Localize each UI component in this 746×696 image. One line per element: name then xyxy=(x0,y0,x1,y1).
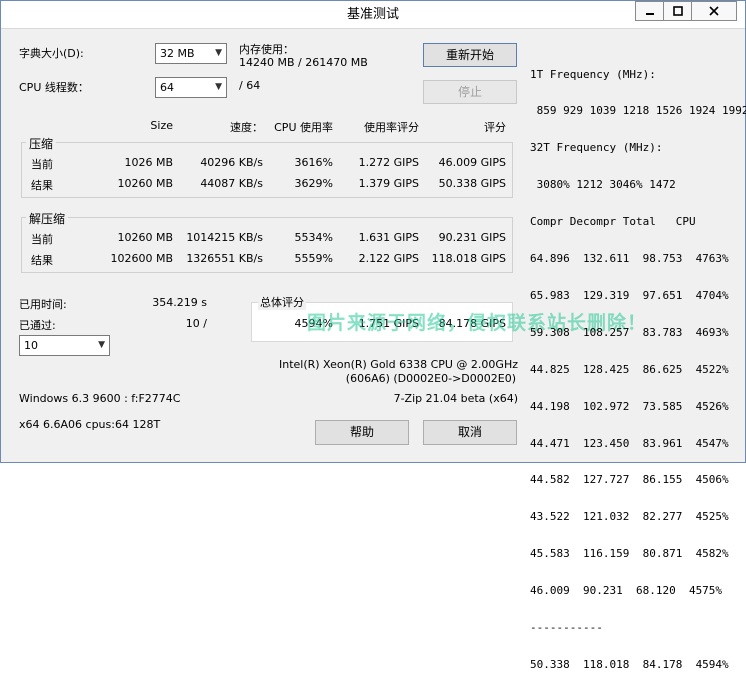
passes-value: 10 / xyxy=(185,317,207,330)
minimize-button[interactable] xyxy=(635,1,664,21)
memory-usage-value: 14240 MB / 261470 MB xyxy=(239,56,368,69)
cpu-threads-label: CPU 线程数： xyxy=(19,81,89,94)
chevron-down-icon: ▼ xyxy=(215,48,222,58)
dict-size-select[interactable]: 32 MB ▼ xyxy=(155,43,227,64)
decompression-label: 解压缩 xyxy=(26,210,69,227)
compress-current-label: 当前 xyxy=(31,158,53,171)
compress-current-rating: 1.272 GIPS xyxy=(358,156,419,169)
benchmark-window: 基准测试 字典大小(D): 32 MB ▼ 内存使用： 14240 MB / 2… xyxy=(0,0,746,671)
freq-line: 1T Frequency (MHz): xyxy=(530,67,656,81)
freq-line: 32T Frequency (MHz): xyxy=(530,141,663,155)
compress-current-usage: 3616% xyxy=(294,156,333,169)
freq-line: 65.983 129.319 97.651 4704% xyxy=(530,288,729,302)
close-button[interactable] xyxy=(691,1,737,21)
freq-line: 59.308 108.257 83.783 4693% xyxy=(530,325,729,339)
decompress-current-size: 10260 MB xyxy=(117,231,173,244)
elapsed-time-label: 已用时间: xyxy=(19,298,67,311)
compress-result-label: 结果 xyxy=(31,179,53,192)
header-size: Size xyxy=(150,119,173,132)
os-version: Windows 6.3 9600 : f:F2774C xyxy=(19,392,181,405)
compress-result-score: 50.338 GIPS xyxy=(438,177,506,190)
header-rating: 使用率评分 xyxy=(364,121,419,134)
decompress-current-rating: 1.631 GIPS xyxy=(358,231,419,244)
compress-result-rating: 1.379 GIPS xyxy=(358,177,419,190)
compression-label: 压缩 xyxy=(26,135,57,152)
elapsed-time-value: 354.219 s xyxy=(152,296,207,309)
window-title: 基准测试 xyxy=(346,7,399,22)
decompress-current-score: 90.231 GIPS xyxy=(438,231,506,244)
decompress-result-score: 118.018 GIPS xyxy=(431,252,506,265)
decompress-current-speed: 1014215 KB/s xyxy=(186,231,263,244)
freq-line: Compr Decompr Total CPU xyxy=(530,215,696,229)
cancel-button[interactable]: 取消 xyxy=(423,420,517,445)
cpu-threads-total: / 64 xyxy=(239,79,261,92)
header-score: 评分 xyxy=(484,121,506,134)
freq-line: 43.522 121.032 82.277 4525% xyxy=(530,510,729,524)
compress-current-size: 1026 MB xyxy=(124,156,173,169)
compress-current-speed: 40296 KB/s xyxy=(200,156,263,169)
freq-line: 46.009 90.231 68.120 4575% xyxy=(530,584,723,598)
dict-size-label: 字典大小(D): xyxy=(19,47,84,60)
freq-line: 44.582 127.727 86.155 4506% xyxy=(530,473,729,487)
cpu-threads-select[interactable]: 64 ▼ xyxy=(155,77,227,98)
maximize-icon xyxy=(672,6,683,16)
total-rating-label: 总体评分 xyxy=(258,294,306,310)
freq-line: 45.583 116.159 80.871 4582% xyxy=(530,547,729,561)
freq-line: 44.471 123.450 83.961 4547% xyxy=(530,436,729,450)
freq-line: 44.198 102.972 73.585 4526% xyxy=(530,399,729,413)
passes-select-value: 10 xyxy=(24,339,38,352)
cpu-model: Intel(R) Xeon(R) Gold 6338 CPU @ 2.00GHz xyxy=(278,358,518,371)
cpu-id: (606A6) (D0002E0->D0002E0) xyxy=(345,372,516,385)
decompress-result-usage: 5559% xyxy=(294,252,333,265)
stop-button[interactable]: 停止 xyxy=(423,80,517,104)
maximize-button[interactable] xyxy=(663,1,692,21)
freq-line: 44.825 128.425 86.625 4522% xyxy=(530,362,729,376)
frequency-log: 1T Frequency (MHz): 859 929 1039 1218 15… xyxy=(530,44,746,696)
freq-line: 50.338 118.018 84.178 4594% xyxy=(530,657,729,671)
restart-button[interactable]: 重新开始 xyxy=(423,43,517,67)
header-speed: 速度： xyxy=(230,121,263,134)
help-button[interactable]: 帮助 xyxy=(315,420,409,445)
decompress-result-label: 结果 xyxy=(31,254,53,267)
freq-line: 3080% 1212 3046% 1472 xyxy=(530,178,676,192)
decompress-result-rating: 2.122 GIPS xyxy=(358,252,419,265)
passes-label: 已通过: xyxy=(19,319,56,332)
header-cpu-usage: CPU 使用率 xyxy=(274,121,333,134)
decompress-current-label: 当前 xyxy=(31,233,53,246)
title-bar: 基准测试 xyxy=(1,1,745,29)
freq-line: 859 929 1039 1218 1526 1924 1992 xyxy=(530,104,746,118)
arch-info: x64 6.6A06 cpus:64 128T xyxy=(19,418,161,431)
cpu-threads-value: 64 xyxy=(160,81,174,94)
chevron-down-icon: ▼ xyxy=(98,340,105,350)
compress-result-usage: 3629% xyxy=(294,177,333,190)
freq-line: 64.896 132.611 98.753 4763% xyxy=(530,252,729,266)
freq-line: ----------- xyxy=(530,620,603,634)
chevron-down-icon: ▼ xyxy=(215,82,222,92)
memory-usage-label: 内存使用： xyxy=(239,43,294,56)
compress-result-size: 10260 MB xyxy=(117,177,173,190)
decompress-result-speed: 1326551 KB/s xyxy=(186,252,263,265)
app-version: 7-Zip 21.04 beta (x64) xyxy=(393,392,518,405)
minimize-icon xyxy=(645,13,654,15)
dict-size-value: 32 MB xyxy=(160,47,195,60)
compress-current-score: 46.009 GIPS xyxy=(438,156,506,169)
decompress-result-size: 102600 MB xyxy=(110,252,173,265)
passes-select[interactable]: 10 ▼ xyxy=(19,335,110,356)
compress-result-speed: 44087 KB/s xyxy=(200,177,263,190)
decompress-current-usage: 5534% xyxy=(294,231,333,244)
close-icon xyxy=(709,6,719,16)
